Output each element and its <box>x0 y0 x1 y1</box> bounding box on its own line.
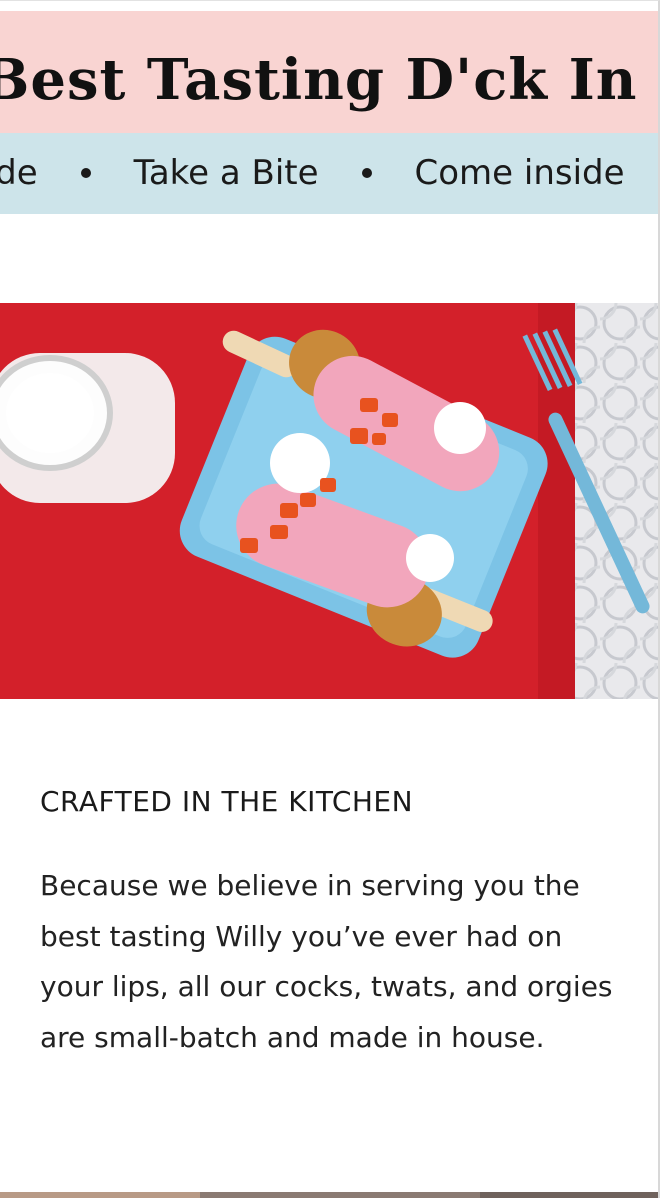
page-frame: Best Tasting D'ck In C side Take a Bite … <box>0 0 660 1198</box>
title-marquee: Best Tasting D'ck In C <box>0 11 660 133</box>
bullet-icon <box>361 168 372 178</box>
hero-photo <box>0 303 658 699</box>
tagline-item: Come inside <box>414 153 625 193</box>
marquee-title: Best Tasting D'ck In C <box>0 47 660 113</box>
tagline-row: side Take a Bite Come inside <box>0 153 625 193</box>
tagline-item: side <box>0 153 38 193</box>
dessert-photo-icon <box>0 303 658 699</box>
next-image-edge <box>0 1189 658 1198</box>
tagline-item: Take a Bite <box>133 153 319 193</box>
image-edge-icon <box>0 1192 658 1198</box>
section-body-text: Because we believe in serving you the be… <box>40 869 613 1054</box>
tagline-marquee: side Take a Bite Come inside <box>0 133 658 214</box>
section-heading: CRAFTED IN THE KITCHEN <box>40 785 414 818</box>
bullet-icon <box>80 168 91 178</box>
